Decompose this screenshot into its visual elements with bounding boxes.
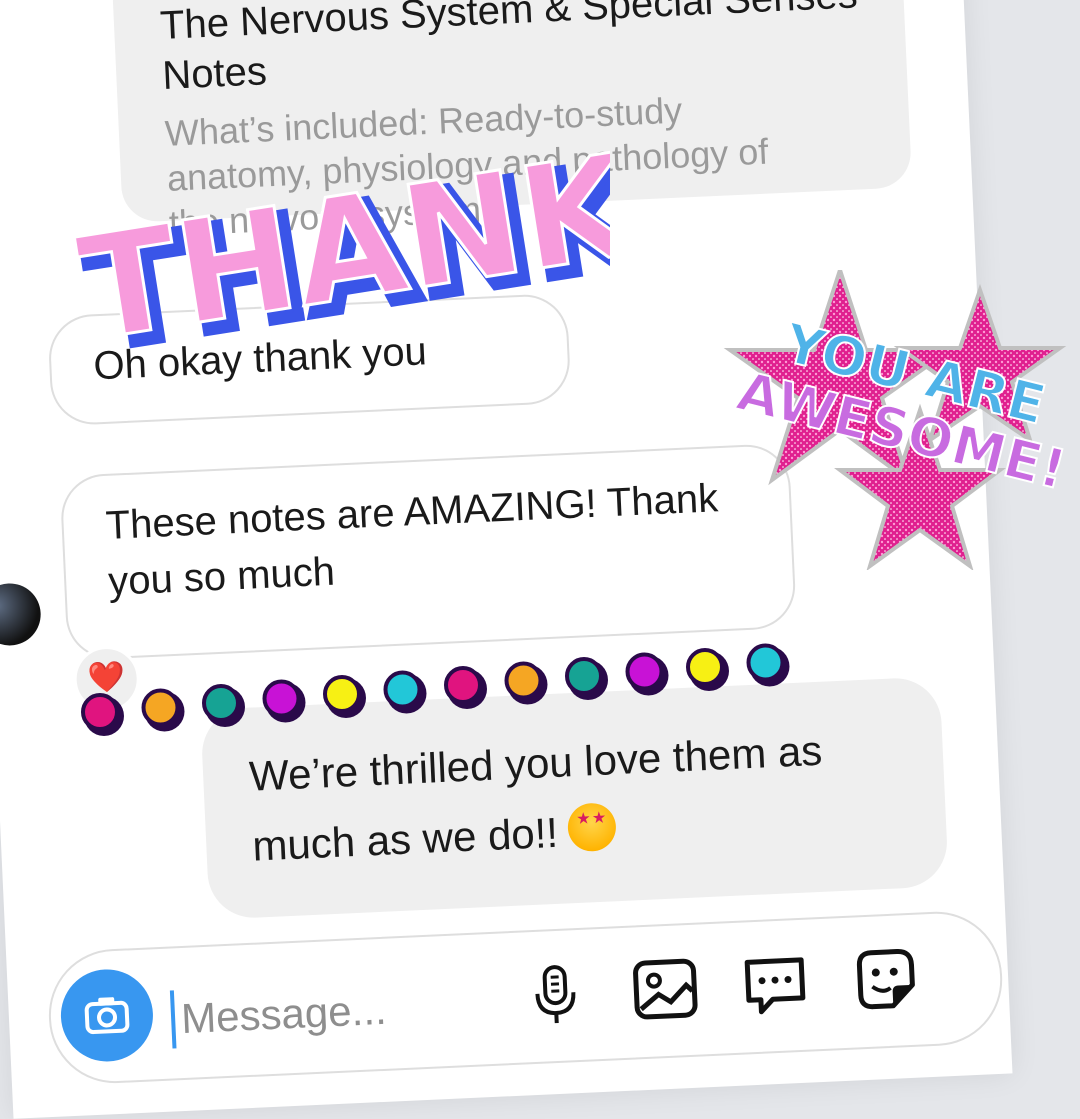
message-composer [46,909,1005,1086]
camera-icon [80,988,134,1042]
message-bubble-outgoing[interactable]: We’re thrilled you love them as much as … [200,676,949,919]
thanks-sticker: THANK'S! THANK'S! [30,90,610,350]
chat-bubble-icon[interactable] [739,948,812,1021]
star-struck-emoji-icon [567,802,617,852]
message-text: We’re thrilled you love them as much as … [248,727,823,870]
camera-button[interactable] [59,967,155,1063]
you-are-awesome-sticker: YOU ARE AWESOME! [700,270,1080,570]
avatar[interactable] [0,582,42,647]
microphone-icon[interactable] [519,958,592,1031]
message-text: These notes are AMAZING! Thank you so mu… [105,476,719,604]
sticker-icon[interactable] [849,943,922,1016]
message-bubble-incoming[interactable]: These notes are AMAZING! Thank you so mu… [59,443,797,661]
gallery-icon[interactable] [629,953,702,1026]
message-input[interactable] [170,973,564,1049]
